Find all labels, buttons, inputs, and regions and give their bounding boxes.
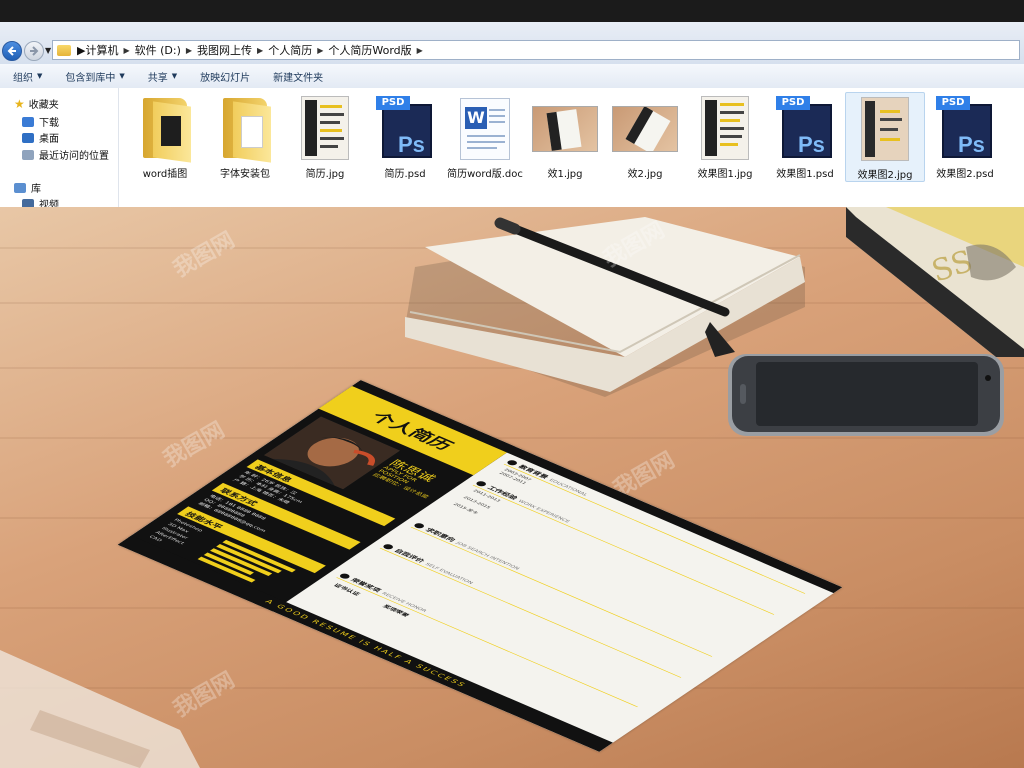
- image-thumbnail: [532, 106, 598, 152]
- caret-down-icon: ▼: [171, 72, 178, 80]
- watermark: 我图网: [159, 417, 230, 473]
- smartphone: [728, 354, 1004, 436]
- breadcrumb-item[interactable]: 个人简历Word版 ▶: [328, 42, 427, 58]
- forward-button[interactable]: [24, 41, 44, 61]
- chevron-right-icon: ▶: [317, 45, 324, 55]
- chevron-right-icon: ▶: [257, 45, 264, 55]
- library-icon: [14, 182, 26, 193]
- new-folder-button[interactable]: 新建文件夹: [273, 69, 323, 84]
- photoshop-file-icon: Ps PSD: [776, 96, 834, 160]
- book: SS: [846, 207, 1024, 357]
- photoshop-file-icon: Ps PSD: [376, 96, 434, 160]
- video-folder-icon: [22, 198, 34, 207]
- chevron-right-icon: ▶: [416, 45, 423, 55]
- breadcrumb-item[interactable]: 软件 (D:) ▶: [135, 42, 197, 58]
- word-document-icon: W: [460, 98, 510, 160]
- share-button[interactable]: 共享 ▼: [148, 69, 177, 84]
- nav-libraries[interactable]: 库: [14, 180, 41, 195]
- nav-videos[interactable]: 视频: [22, 196, 59, 207]
- star-icon: ★: [14, 96, 25, 111]
- breadcrumb-item[interactable]: 我图网上传 ▶: [197, 42, 268, 58]
- breadcrumb-item[interactable]: 计算机 ▶: [85, 42, 134, 58]
- organize-button[interactable]: 组织 ▼: [13, 69, 42, 84]
- history-dropdown-icon[interactable]: ▼: [45, 46, 51, 55]
- file-item[interactable]: 字体安装包: [205, 92, 285, 182]
- watermark: 我图网: [169, 227, 240, 283]
- file-item[interactable]: 效2.jpg: [605, 92, 685, 182]
- navigation-pane: ★ 收藏夹 下载 桌面 最近访问的位置 库 视频: [0, 88, 119, 207]
- path-breadcrumb[interactable]: ▶ 计算机 ▶ 软件 (D:) ▶ 我图网上传 ▶ 个人简历 ▶ 个人简历Word版 ▶: [52, 40, 1020, 60]
- folder-icon: [219, 98, 271, 163]
- file-item[interactable]: 简历.jpg: [285, 92, 365, 182]
- image-thumbnail: [861, 97, 909, 161]
- slideshow-button[interactable]: 放映幻灯片: [200, 69, 250, 84]
- chevron-right-icon: ▶: [185, 45, 193, 55]
- file-item[interactable]: W 简历word版.doc: [445, 92, 525, 182]
- folder-icon: [57, 44, 71, 56]
- arrow-right-icon: [30, 46, 39, 56]
- recent-places-icon: [22, 149, 34, 160]
- file-item[interactable]: Ps PSD 简历.psd: [365, 92, 445, 182]
- caret-down-icon: ▼: [119, 72, 125, 80]
- command-toolbar: 组织 ▼ 包含到库中 ▼ 共享 ▼ 放映幻灯片 新建文件夹: [0, 64, 1024, 89]
- image-thumbnail: [701, 96, 749, 160]
- back-button[interactable]: [2, 41, 22, 61]
- download-folder-icon: [22, 116, 34, 127]
- image-thumbnail: [301, 96, 349, 160]
- nav-favorites[interactable]: ★ 收藏夹: [14, 96, 59, 112]
- desktop-icon: [22, 132, 34, 143]
- window-top-strip: [0, 0, 1024, 22]
- file-item[interactable]: Ps PSD 效果图1.psd: [765, 92, 845, 182]
- chevron-right-icon: ▶: [77, 43, 86, 57]
- file-item-selected[interactable]: 效果图2.jpg: [845, 92, 925, 182]
- nav-downloads[interactable]: 下载: [22, 114, 59, 129]
- file-item[interactable]: word插图: [125, 92, 205, 182]
- file-explorer-window: ▼ ▶ 计算机 ▶ 软件 (D:) ▶ 我图网上传 ▶ 个人简历 ▶ 个人简历Word版…: [0, 0, 1024, 207]
- breadcrumb-item[interactable]: 个人简历 ▶: [268, 42, 328, 58]
- nav-recent-places[interactable]: 最近访问的位置: [22, 147, 109, 162]
- image-thumbnail: [612, 106, 678, 152]
- include-in-library-button[interactable]: 包含到库中 ▼: [65, 69, 124, 84]
- nav-desktop[interactable]: 桌面: [22, 130, 59, 145]
- file-item[interactable]: Ps PSD 效果图2.psd: [925, 92, 1005, 182]
- photoshop-file-icon: Ps PSD: [936, 96, 994, 160]
- file-list: word插图 字体安装包 简历.jpg Ps PSD 简历.psd W 简历wo…: [119, 88, 1024, 207]
- folder-icon: [139, 98, 191, 163]
- arrow-left-icon: [7, 46, 16, 56]
- caret-down-icon: ▼: [37, 72, 43, 80]
- chevron-right-icon: ▶: [123, 45, 130, 55]
- file-item[interactable]: 效1.jpg: [525, 92, 605, 182]
- file-item[interactable]: 效果图1.jpg: [685, 92, 765, 182]
